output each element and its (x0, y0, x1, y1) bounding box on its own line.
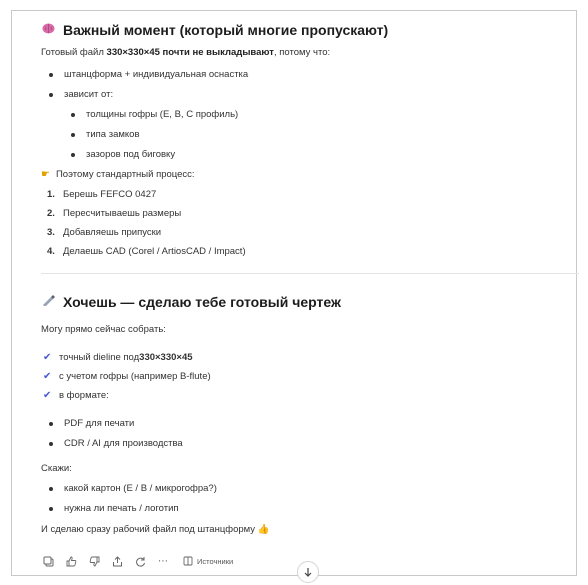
section-heading-offer: Хочешь — сделаю тебе готовый чертеж (41, 294, 341, 310)
check-item: ✔ с учетом гофры (например B-flute) (43, 371, 211, 382)
numbered-item: 2. Пересчитываешь размеры (47, 208, 182, 219)
list-item: PDF для печати (49, 418, 134, 429)
section-title: Важный момент (который многие пропускают… (63, 22, 389, 38)
checkmark-icon: ✔ (43, 390, 52, 401)
thumbs-up-emoji-icon: 👍 (257, 524, 270, 535)
numbered-item: 4. Делаешь CAD (Corel / ArtiosCAD / Impac… (47, 246, 246, 257)
list-item: нужна ли печать / логотип (49, 503, 179, 514)
pointing-hand-icon: ☛ (41, 169, 50, 180)
thumbs-up-icon[interactable] (64, 554, 78, 568)
message-action-bar: ⋯ Источники (41, 554, 233, 568)
process-label: ☛ Поэтому стандартный процесс: (41, 169, 195, 180)
thumbs-down-icon[interactable] (87, 554, 101, 568)
sources-button[interactable]: Источники (183, 556, 233, 566)
intro-text: Готовый файл 330×330×45 почти не выклады… (41, 47, 331, 58)
closing-text: И сделаю сразу рабочий файл под штанцфор… (41, 524, 270, 535)
section-heading-important: Важный момент (который многие пропускают… (41, 22, 388, 38)
share-icon[interactable] (110, 554, 124, 568)
scroll-down-button[interactable] (297, 561, 319, 583)
numbered-item: 1. Берешь FEFCO 0427 (47, 189, 157, 200)
offer-intro: Могу прямо сейчас собрать: (41, 324, 166, 335)
checkmark-icon: ✔ (43, 352, 52, 363)
brain-icon (41, 23, 55, 37)
checkmark-icon: ✔ (43, 371, 52, 382)
section-title: Хочешь — сделаю тебе готовый чертеж (63, 294, 341, 310)
section-divider (41, 273, 579, 274)
more-options-icon[interactable]: ⋯ (156, 554, 170, 568)
sub-list-item: зазоров под биговку (71, 149, 175, 160)
arrow-down-icon (304, 568, 312, 577)
ruler-pencil-icon (41, 295, 55, 309)
chat-message-container: Важный момент (который многие пропускают… (11, 10, 579, 576)
numbered-item: 3. Добавляешь припуски (47, 227, 162, 238)
check-item: ✔ точный dieline под 330×330×45 (43, 352, 193, 363)
list-item: штанцформа + индивидуальная оснастка (49, 69, 248, 80)
check-item: ✔ в формате: (43, 390, 109, 401)
sub-list-item: типа замков (71, 129, 140, 140)
list-item: зависит от: (49, 89, 113, 100)
ask-label: Скажи: (41, 463, 72, 474)
book-icon (183, 556, 193, 566)
list-item: какой картон (E / B / микрогофра?) (49, 483, 217, 494)
sub-list-item: толщины гофры (E, B, C профиль) (71, 109, 238, 120)
list-item: CDR / AI для производства (49, 438, 183, 449)
regenerate-icon[interactable] (133, 554, 147, 568)
copy-icon[interactable] (41, 554, 55, 568)
